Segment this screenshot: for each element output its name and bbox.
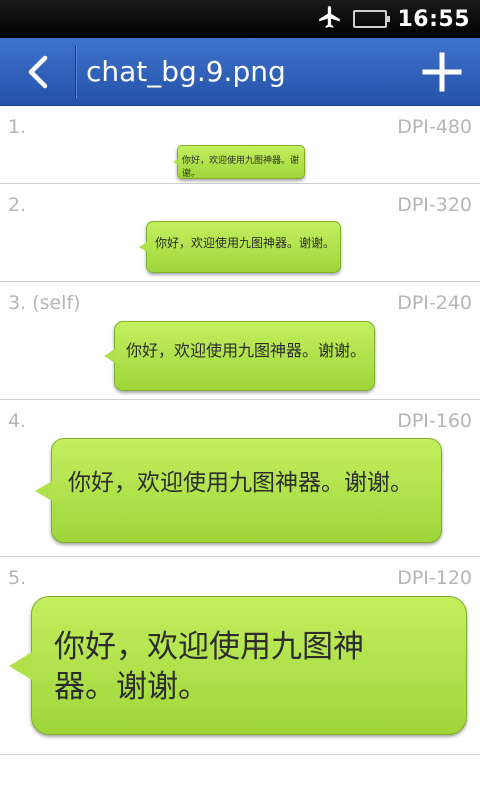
page-title: chat_bg.9.png xyxy=(86,55,286,88)
list-item: 2. DPI-320 你好，欢迎使用九图神器。谢谢。 xyxy=(0,184,480,282)
bubble-text: 你好，欢迎使用九图神器。谢谢。 xyxy=(155,236,336,250)
list-item: 5. DPI-120 你好，欢迎使用九图神器。谢谢。 xyxy=(0,557,480,755)
chat-bubble: 你好，欢迎使用九图神器。谢谢。 xyxy=(35,438,442,543)
chat-bubble: 你好，欢迎使用九图神器。谢谢。 xyxy=(139,221,341,273)
airplane-icon xyxy=(317,4,343,34)
list-item: 3. (self) DPI-240 你好，欢迎使用九图神器。谢谢。 xyxy=(0,282,480,400)
bubble-text: 你好，欢迎使用九图神器。谢谢。 xyxy=(182,156,300,179)
row-index: 2. xyxy=(8,194,27,216)
row-index: 5. xyxy=(8,567,27,589)
chat-bubble: 你好，欢迎使用九图神器。谢谢。 xyxy=(9,596,467,735)
bubble-text: 你好，欢迎使用九图神器。谢谢。 xyxy=(68,470,413,496)
title-bar: chat_bg.9.png xyxy=(0,38,480,106)
bubble-tail xyxy=(35,480,52,501)
title-divider xyxy=(75,46,77,98)
row-dpi: DPI-160 xyxy=(397,410,472,432)
status-bar: 16:55 xyxy=(0,0,480,38)
clock: 16:55 xyxy=(397,6,470,32)
list-item: 1. DPI-480 你好，欢迎使用九图神器。谢谢。 xyxy=(0,106,480,184)
battery-icon xyxy=(353,10,391,28)
row-index: 4. xyxy=(8,410,27,432)
row-dpi: DPI-240 xyxy=(397,292,472,314)
bubble-tail xyxy=(9,651,32,680)
bubble-text: 你好，欢迎使用九图神器。谢谢。 xyxy=(126,341,367,360)
status-icons: 16:55 xyxy=(317,0,470,38)
preview-list: 1. DPI-480 你好，欢迎使用九图神器。谢谢。 2. DPI-320 你好… xyxy=(0,106,480,755)
row-index: 3. (self) xyxy=(8,292,81,314)
plus-icon xyxy=(422,52,462,92)
row-dpi: DPI-320 xyxy=(397,194,472,216)
row-index: 1. xyxy=(8,116,27,138)
chevron-left-icon xyxy=(28,55,48,89)
chat-bubble: 你好，欢迎使用九图神器。谢谢。 xyxy=(173,145,305,179)
back-button[interactable] xyxy=(0,38,74,106)
bubble-text: 你好，欢迎使用九图神器。谢谢。 xyxy=(54,629,364,705)
list-item: 4. DPI-160 你好，欢迎使用九图神器。谢谢。 xyxy=(0,400,480,557)
bubble-tail xyxy=(173,159,178,165)
bubble-tail xyxy=(139,242,147,252)
add-button[interactable] xyxy=(404,38,480,106)
bubble-tail xyxy=(104,349,115,363)
row-dpi: DPI-480 xyxy=(397,116,472,138)
row-dpi: DPI-120 xyxy=(397,567,472,589)
chat-bubble: 你好，欢迎使用九图神器。谢谢。 xyxy=(104,321,375,391)
